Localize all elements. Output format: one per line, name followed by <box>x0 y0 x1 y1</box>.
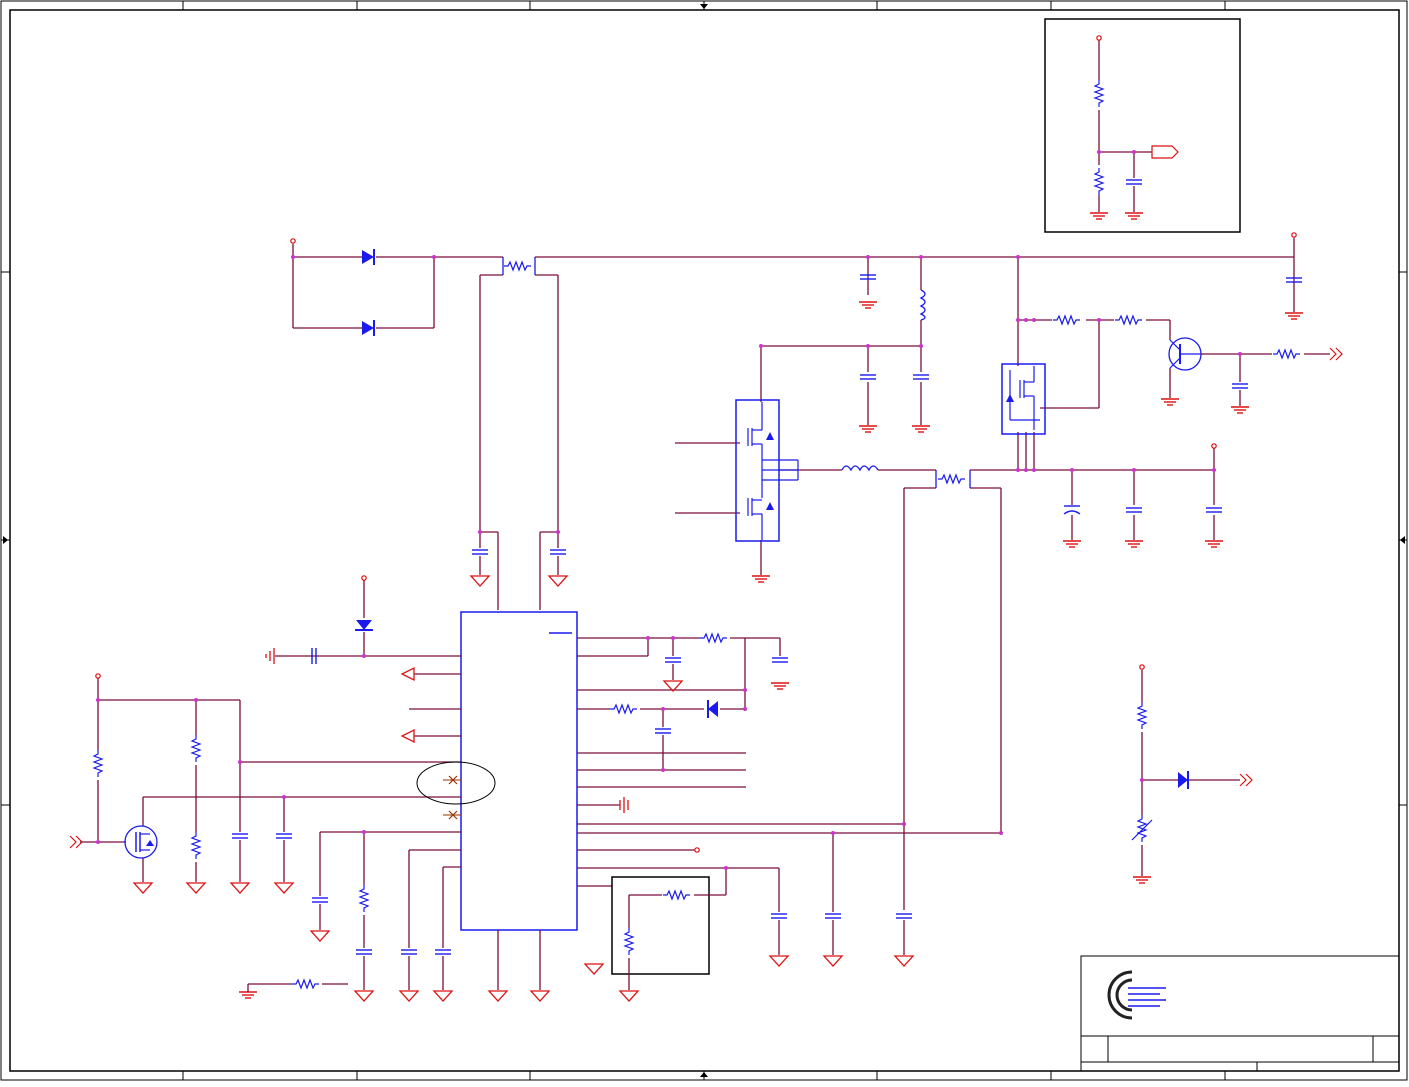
output-electrolytic-cap <box>1063 505 1081 515</box>
controller-ic <box>69 575 1003 1002</box>
output-inductor <box>841 465 879 472</box>
driver-transistor <box>1168 337 1202 371</box>
bootstrap-diode <box>355 620 373 631</box>
rt-network-box <box>611 876 710 975</box>
thermistor <box>1131 814 1153 843</box>
input-diode-1 <box>362 249 375 265</box>
power-stage <box>675 255 1224 910</box>
title-block <box>1080 955 1400 1072</box>
divider-inset <box>1044 18 1241 233</box>
protection-section <box>1001 255 1343 472</box>
enable-mosfet <box>124 825 158 859</box>
company-logo-icon <box>1107 970 1166 1020</box>
schematic-sheet <box>0 0 1409 1082</box>
status-output-port <box>1239 773 1253 787</box>
feedback-diode <box>707 700 718 718</box>
chassis-ground-icon <box>265 648 275 664</box>
indicator-diode <box>1178 771 1189 789</box>
enable-input-port <box>1329 347 1343 361</box>
schematic-canvas <box>0 0 1408 1081</box>
input-diode-2 <box>362 320 375 336</box>
input-section <box>290 232 1304 610</box>
input-inductor <box>919 289 926 321</box>
current-sense-resistor <box>502 257 536 275</box>
drawing-frame <box>0 0 1408 1081</box>
indicator-section <box>1131 664 1253 884</box>
pin-ground-icon <box>619 797 629 813</box>
